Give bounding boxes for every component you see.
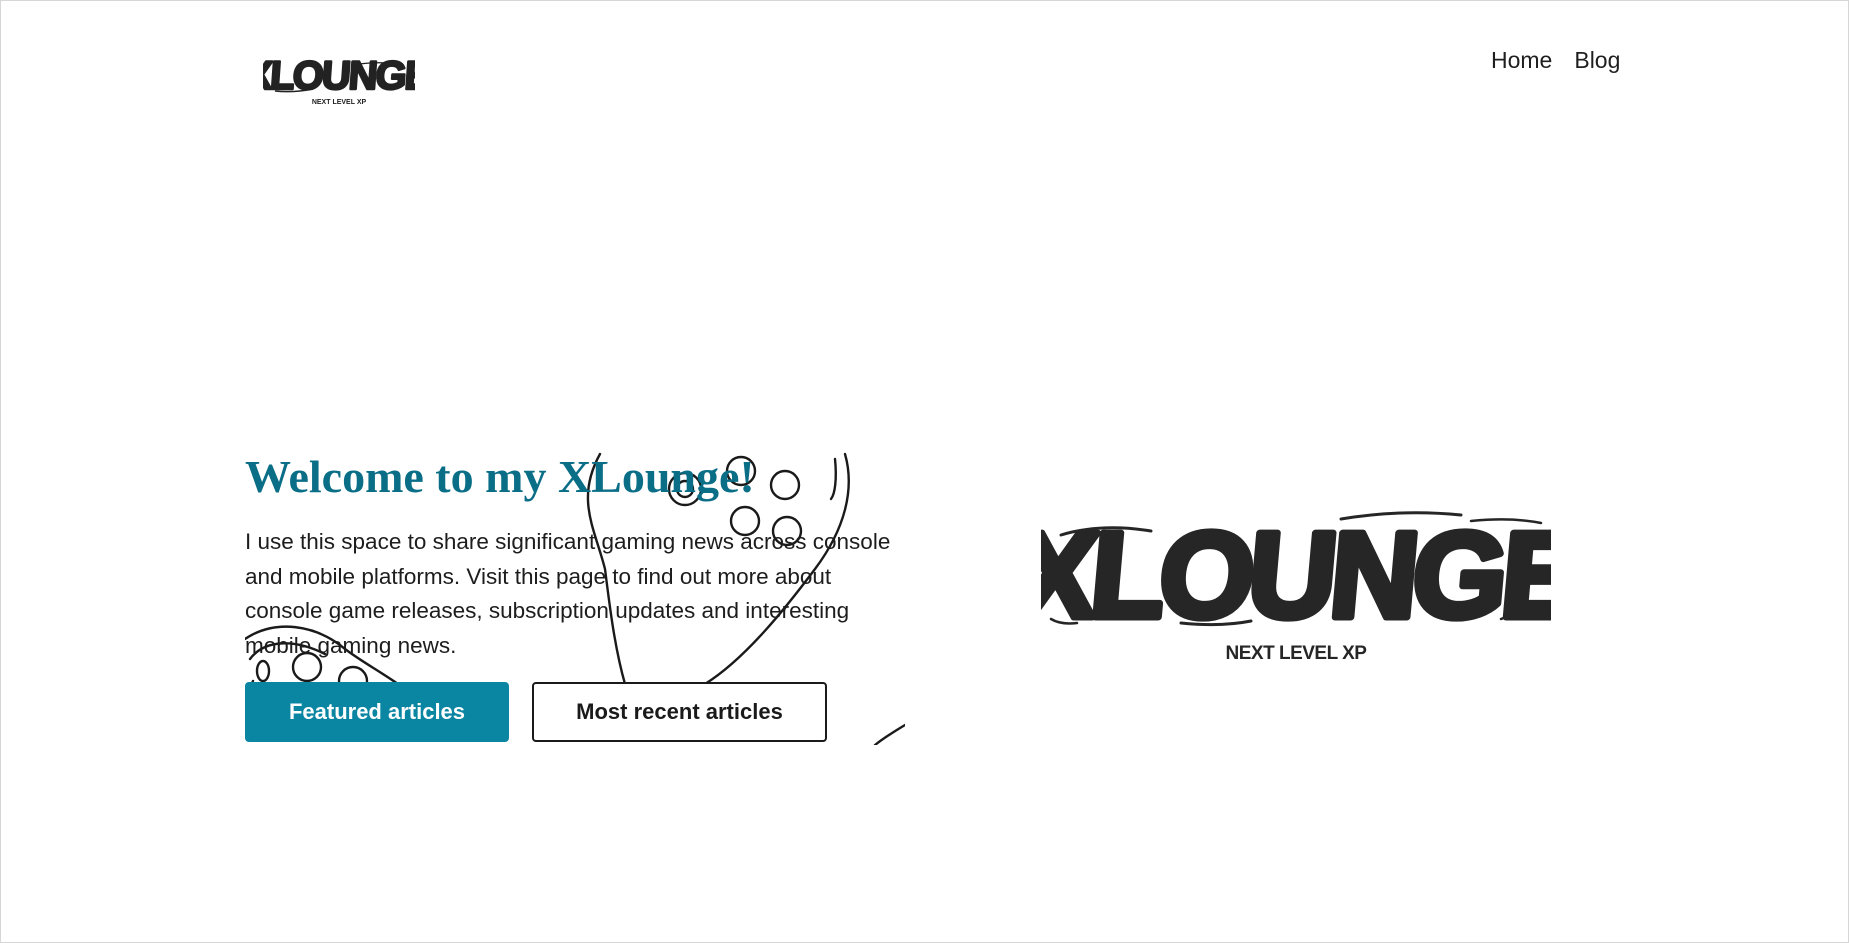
- hero-description: I use this space to share significant ga…: [245, 529, 891, 658]
- most-recent-articles-button[interactable]: Most recent articles: [532, 682, 827, 742]
- nav-home-link[interactable]: Home: [1491, 47, 1552, 74]
- header-logo[interactable]: XLOUNGE NEXT LEVEL XP: [243, 53, 434, 109]
- hero-section: Welcome to my XLounge! I use this space …: [245, 449, 905, 745]
- nav-blog-link[interactable]: Blog: [1574, 47, 1620, 74]
- svg-text:NEXT LEVEL XP: NEXT LEVEL XP: [1226, 643, 1368, 664]
- main-nav: Home Blog: [1491, 47, 1620, 74]
- featured-articles-button[interactable]: Featured articles: [245, 682, 509, 742]
- xlounge-logo-large-icon: XLOUNGE NEXT LEVEL XP: [1006, 503, 1588, 664]
- page: XLOUNGE NEXT LEVEL XP Home Blog Welcome …: [0, 0, 1849, 943]
- svg-text:NEXT LEVEL XP: NEXT LEVEL XP: [312, 99, 367, 106]
- xlounge-logo-icon: XLOUNGE NEXT LEVEL XP: [243, 53, 434, 106]
- hero-title: Welcome to my XLounge!: [245, 451, 755, 502]
- hero-logo: XLOUNGE NEXT LEVEL XP: [1006, 501, 1588, 671]
